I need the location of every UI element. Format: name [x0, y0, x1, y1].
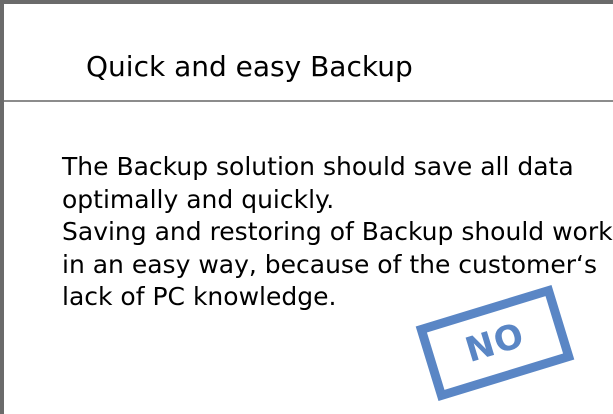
description-line: The Backup solution should save all data	[62, 152, 574, 181]
card-title: Quick and easy Backup	[86, 50, 413, 83]
description-line: optimally and quickly.	[62, 184, 335, 214]
description-line: Saving and restoring of Backup should wo…	[62, 217, 613, 246]
requirement-card: Quick and easy Backup The Backup solutio…	[0, 0, 613, 414]
stamp-label: NO	[460, 315, 530, 371]
requirement-description: The Backup solution should save all data…	[62, 151, 613, 314]
title-divider	[4, 100, 613, 102]
description-line: in an easy way, because of the customer‘…	[62, 249, 597, 279]
